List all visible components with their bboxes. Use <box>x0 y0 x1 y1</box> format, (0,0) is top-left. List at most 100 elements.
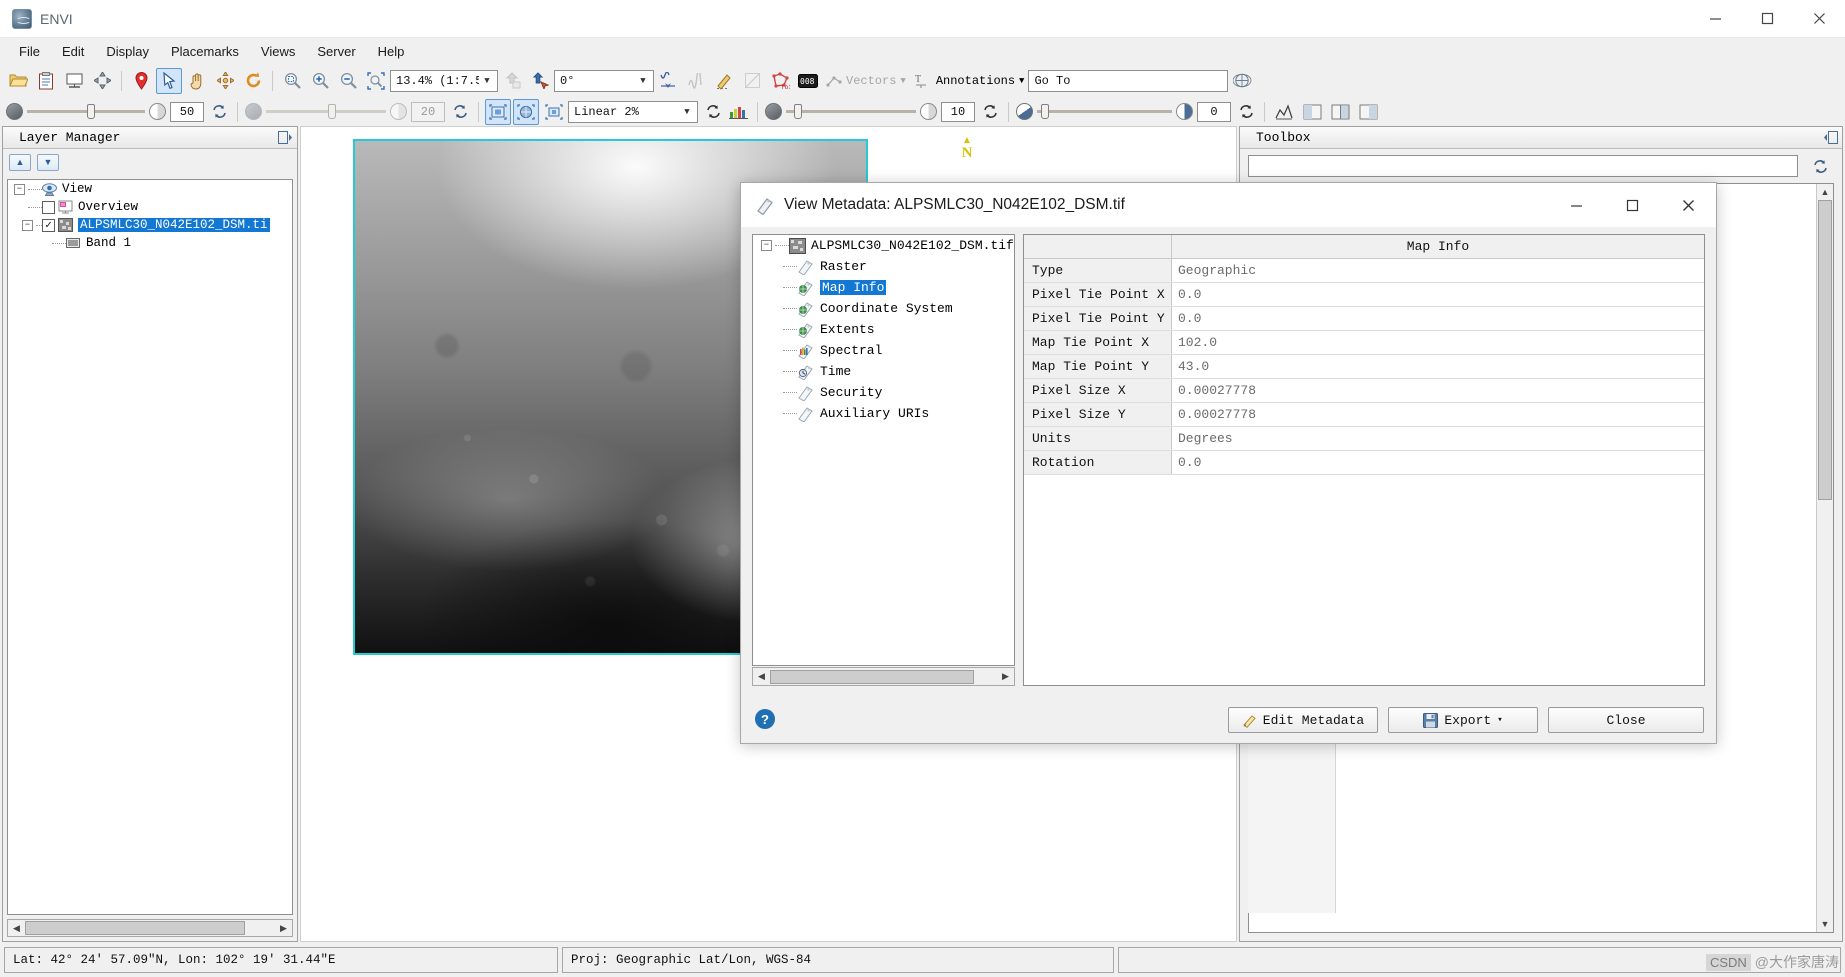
scroll-right-icon[interactable]: ▶ <box>275 920 292 936</box>
refresh-icon[interactable] <box>1808 155 1832 177</box>
maximize-button[interactable] <box>1741 0 1793 38</box>
table-cell-value[interactable]: 43.0 <box>1172 355 1704 378</box>
table-cell-value[interactable]: 0.00027778 <box>1172 379 1704 402</box>
chevron-up-icon[interactable]: ▲ <box>9 153 31 171</box>
metadata-tree-item-root[interactable]: − ALPSMLC30_N042E102_DSM.tif <box>753 235 1014 256</box>
expander-icon[interactable]: − <box>14 183 25 195</box>
metadata-tree-item-spectral[interactable]: Spectral <box>753 340 1014 361</box>
pin-panel-icon[interactable] <box>278 131 293 144</box>
spectral-profile-icon[interactable] <box>655 68 681 94</box>
pixel-locator-icon[interactable] <box>711 68 737 94</box>
fit-to-selection-icon[interactable] <box>541 99 567 125</box>
toolbox-vscrollbar[interactable]: ▲ ▼ <box>1816 184 1833 932</box>
sharpen-slider[interactable] <box>1037 104 1172 119</box>
scroll-down-icon[interactable]: ▼ <box>1817 916 1833 932</box>
refresh-icon[interactable] <box>449 101 471 123</box>
metadata-category-tree[interactable]: − ALPSMLC30_N042E102_DSM.tif Raster Map … <box>752 234 1015 666</box>
expander-icon[interactable]: − <box>22 219 33 231</box>
profile-chart-icon[interactable] <box>1271 99 1297 125</box>
scroll-left-icon[interactable]: ◀ <box>753 668 770 685</box>
metadata-tree-item-map-info[interactable]: Map Info <box>753 277 1014 298</box>
menu-help[interactable]: Help <box>367 40 416 63</box>
layer-tree-item-raster[interactable]: − ✓ ALPSMLC30_N042E102_DSM.ti <box>8 216 292 234</box>
chevron-down-icon[interactable]: ▼ <box>1019 76 1024 86</box>
contrast-value[interactable]: 10 <box>941 101 975 122</box>
scroll-left-icon[interactable]: ◀ <box>8 920 25 936</box>
fit-to-data-icon[interactable] <box>513 98 539 125</box>
layer-tree-item-overview[interactable]: Overview <box>8 198 292 216</box>
transparency-value[interactable]: 50 <box>170 101 204 122</box>
brightness-slider[interactable] <box>266 104 386 119</box>
sharpen-control[interactable]: 0 <box>1016 101 1257 123</box>
table-cell-value[interactable]: 0.0 <box>1172 307 1704 330</box>
metadata-tree-item-raster[interactable]: Raster <box>753 256 1014 277</box>
zoom-to-selection-icon[interactable] <box>363 68 389 94</box>
roi-tool-icon[interactable]: roi <box>767 68 793 94</box>
open-file-icon[interactable] <box>5 68 31 94</box>
display-icon[interactable] <box>61 68 87 94</box>
histogram-icon[interactable] <box>725 99 751 125</box>
layer-visibility-checkbox[interactable] <box>42 200 55 214</box>
chevron-down-icon[interactable]: ▼ <box>900 76 905 86</box>
portal-right-icon[interactable] <box>1355 99 1381 125</box>
menu-placemarks[interactable]: Placemarks <box>160 40 250 63</box>
select-arrow-icon[interactable] <box>156 67 182 94</box>
menu-edit[interactable]: Edit <box>51 40 95 63</box>
scatter-plot-icon[interactable] <box>739 68 765 94</box>
refresh-icon[interactable] <box>1235 101 1257 123</box>
brightness-control[interactable]: 20 <box>245 101 471 123</box>
slider-thumb[interactable] <box>794 104 802 119</box>
chevron-down-icon[interactable]: ▼ <box>479 76 495 86</box>
metadata-tree-item-extents[interactable]: Extents <box>753 319 1014 340</box>
zoom-out-icon[interactable] <box>335 68 361 94</box>
crosshair-move-icon[interactable] <box>212 68 238 94</box>
table-cell-value[interactable]: 0.0 <box>1172 451 1704 474</box>
pin-panel-icon[interactable] <box>1823 131 1838 144</box>
minimize-button[interactable] <box>1689 0 1741 38</box>
north-up-icon[interactable] <box>527 68 553 94</box>
expander-icon[interactable]: − <box>761 240 772 251</box>
chevron-down-icon[interactable]: ▼ <box>635 76 651 86</box>
menu-views[interactable]: Views <box>250 40 306 63</box>
toolbox-search-input[interactable] <box>1248 155 1798 177</box>
go-up-icon[interactable] <box>499 68 525 94</box>
hscroll-thumb[interactable] <box>25 921 245 935</box>
metadata-tree-item-coordinate-system[interactable]: Coordinate System <box>753 298 1014 319</box>
transparency-control[interactable]: 50 <box>6 101 230 123</box>
placemark-pin-icon[interactable] <box>128 68 154 94</box>
dialog-minimize-button[interactable] <box>1548 183 1604 227</box>
hscroll-thumb[interactable] <box>770 669 974 684</box>
chevron-down-icon[interactable]: ▼ <box>37 153 59 171</box>
dialog-close-action-button[interactable]: Close <box>1548 707 1704 733</box>
zoom-to-extent-icon[interactable] <box>279 68 305 94</box>
refresh-icon[interactable] <box>702 101 724 123</box>
transparency-slider[interactable] <box>27 104 145 119</box>
brightness-value[interactable]: 20 <box>411 101 445 122</box>
dialog-maximize-button[interactable] <box>1604 183 1660 227</box>
scroll-right-icon[interactable]: ▶ <box>997 668 1014 685</box>
chevron-down-icon[interactable]: ▾ <box>1497 715 1502 725</box>
annotations-dropdown[interactable]: T Annotations ▼ <box>910 73 1029 89</box>
scroll-up-icon[interactable]: ▲ <box>1817 184 1833 200</box>
refresh-icon[interactable] <box>208 101 230 123</box>
layer-tree[interactable]: − View Overview − ✓ ALPSMLC30_N042E102_D… <box>7 179 293 915</box>
menu-file[interactable]: File <box>8 40 51 63</box>
pan-compass-icon[interactable] <box>89 68 115 94</box>
layer-tree-hscrollbar[interactable]: ◀ ▶ <box>7 919 293 937</box>
table-cell-value[interactable]: 102.0 <box>1172 331 1704 354</box>
metadata-tree-item-security[interactable]: Security <box>753 382 1014 403</box>
contrast-slider[interactable] <box>786 104 916 119</box>
metadata-tree-item-auxiliary-uris[interactable]: Auxiliary URIs <box>753 403 1014 424</box>
table-cell-value[interactable]: 0.0 <box>1172 283 1704 306</box>
multi-profile-icon[interactable] <box>683 68 709 94</box>
zoom-level-combo[interactable]: 13.4% (1:7.5) ▼ <box>390 69 498 92</box>
rotate-icon[interactable] <box>240 68 266 94</box>
goto-go-icon[interactable] <box>1229 68 1255 94</box>
clipboard-icon[interactable] <box>33 68 59 94</box>
zoom-in-icon[interactable] <box>307 68 333 94</box>
help-button[interactable]: ? <box>755 709 775 729</box>
hand-pan-icon[interactable] <box>184 68 210 94</box>
slider-thumb[interactable] <box>87 104 95 119</box>
dialog-close-button[interactable] <box>1660 183 1716 227</box>
edit-metadata-button[interactable]: Edit Metadata <box>1228 707 1378 733</box>
